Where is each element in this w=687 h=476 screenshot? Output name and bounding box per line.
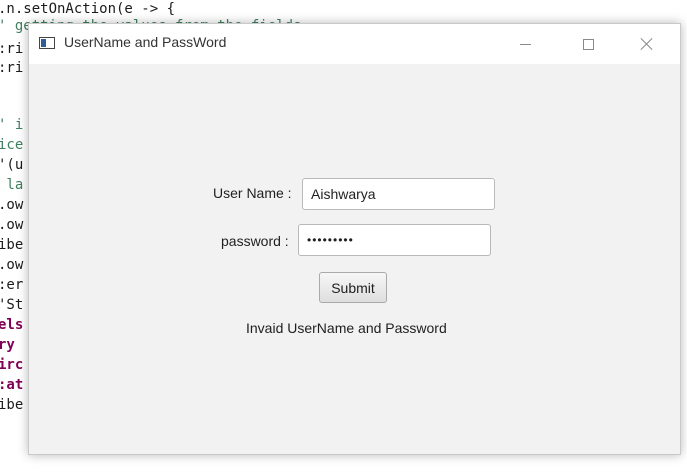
minimize-icon	[519, 43, 531, 45]
code-line: els	[0, 317, 24, 333]
code-line: ibe	[0, 237, 24, 253]
code-line: :at	[0, 377, 24, 393]
password-input[interactable]: •••••••••	[298, 224, 491, 256]
code-line: ry	[0, 337, 15, 353]
submit-button[interactable]: Submit	[319, 272, 387, 303]
close-button[interactable]	[624, 24, 670, 64]
status-message: Invaid UserName and Password	[246, 320, 447, 336]
code-line: :ri	[0, 41, 24, 57]
window-content: User Name : Aishwarya password : •••••••…	[29, 64, 680, 454]
window-title: UserName and PassWord	[64, 34, 227, 50]
code-line: ' i	[0, 117, 24, 133]
code-line: .ow	[0, 197, 24, 213]
minimize-button[interactable]	[502, 24, 548, 64]
login-window: UserName and PassWord User Name : Aishwa…	[28, 23, 681, 455]
code-line: .ow	[0, 257, 24, 273]
code-line: irc	[0, 357, 24, 373]
code-line: :ri	[0, 60, 24, 76]
code-line: '(u	[0, 157, 24, 173]
code-line: .ow	[0, 217, 24, 233]
code-line: ibe	[0, 397, 24, 413]
code-line: la	[0, 177, 24, 193]
code-line: ice	[0, 137, 24, 153]
code-line: :er	[0, 277, 24, 293]
code-line: 'St	[0, 297, 24, 313]
app-window-icon	[39, 37, 55, 49]
password-label: password :	[221, 233, 289, 249]
maximize-button[interactable]	[565, 24, 611, 64]
username-input[interactable]: Aishwarya	[302, 178, 495, 210]
maximize-icon	[582, 38, 594, 50]
username-label: User Name :	[213, 185, 292, 201]
window-titlebar[interactable]: UserName and PassWord	[29, 24, 680, 64]
close-icon	[640, 37, 654, 51]
